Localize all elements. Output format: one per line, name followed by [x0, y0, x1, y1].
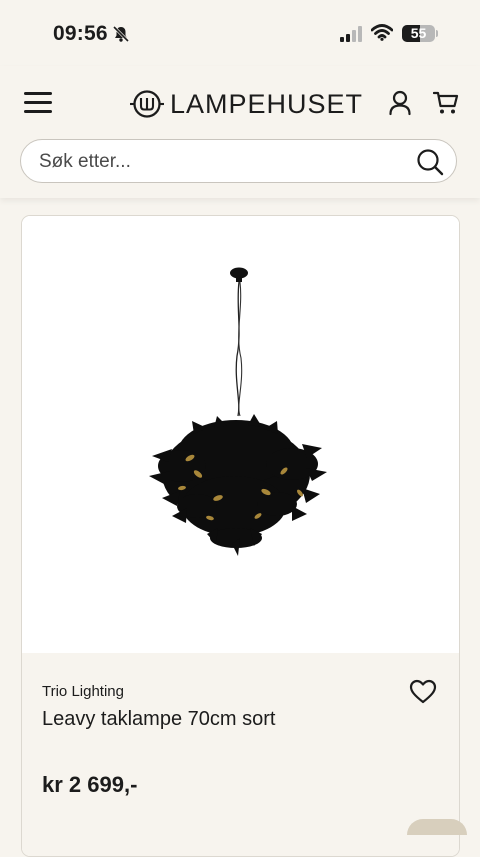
menu-icon-bar [24, 101, 52, 104]
wifi-icon [371, 24, 393, 41]
product-title[interactable]: Leavy taklampe 70cm sort [42, 708, 275, 731]
battery-icon: 55 [402, 25, 435, 42]
search-input[interactable] [37, 140, 411, 183]
partial-floating-element [407, 819, 467, 835]
search-bar[interactable] [20, 139, 457, 183]
menu-icon [24, 92, 52, 95]
menu-icon-bar [24, 110, 52, 113]
product-card[interactable]: Trio Lighting Leavy taklampe 70cm sort k… [21, 215, 460, 857]
bell-off-icon [112, 25, 130, 43]
battery-percentage: 55 [410, 25, 427, 41]
cart-icon[interactable] [433, 90, 459, 116]
menu-button[interactable] [24, 92, 52, 114]
signal-icon [340, 26, 362, 42]
product-brand: Trio Lighting [42, 683, 124, 700]
product-info: Trio Lighting Leavy taklampe 70cm sort k… [22, 653, 459, 856]
product-price: kr 2 699,- [42, 772, 138, 797]
logo-icon [130, 90, 164, 118]
status-bar: 09:56 55 [0, 0, 480, 66]
account-icon[interactable] [388, 90, 412, 116]
battery-tip [436, 30, 438, 37]
site-header: LAMPEHUSET [0, 66, 480, 198]
product-image[interactable] [22, 216, 459, 653]
pendant-lamp-illustration [149, 267, 327, 556]
logo-text: LAMPEHUSET [170, 88, 364, 119]
status-time: 09:56 [53, 22, 108, 45]
site-logo[interactable]: LAMPEHUSET [130, 88, 363, 120]
heart-outline-icon[interactable] [409, 679, 437, 705]
search-icon[interactable] [416, 148, 444, 176]
